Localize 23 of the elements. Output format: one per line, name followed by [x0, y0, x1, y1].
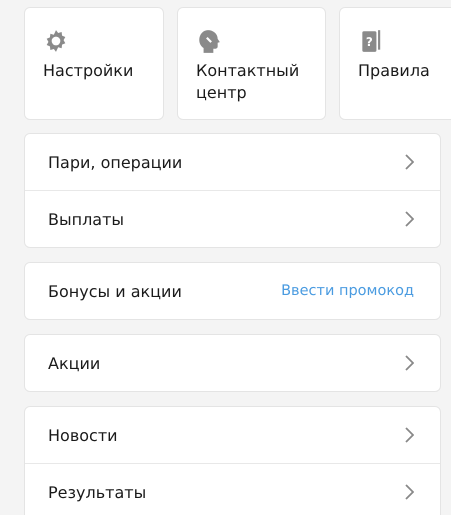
- menu-row[interactable]: Результаты: [25, 463, 440, 515]
- menu-row[interactable]: Бонусы и акции Ввести промокод: [25, 263, 440, 319]
- chevron-icon: [405, 355, 414, 371]
- tile-label: Настройки: [43, 60, 134, 82]
- menu-tile[interactable]: ? Правила: [339, 7, 451, 120]
- tile-label: Контактный центр: [196, 60, 300, 104]
- row-label: Результаты: [48, 482, 146, 502]
- row-label: Новости: [48, 426, 118, 444]
- menu-tile[interactable]: Контактный центр: [177, 7, 326, 120]
- chevron-icon: [405, 211, 414, 227]
- chevron-icon: [405, 427, 414, 443]
- row-label: Пари, операции: [48, 152, 182, 172]
- row-label: Акции: [48, 354, 100, 372]
- menu-row[interactable]: Новости: [25, 407, 440, 463]
- row-label: Бонусы и акции: [48, 282, 182, 300]
- menu-tile[interactable]: Настройки: [24, 7, 164, 120]
- menu-row[interactable]: Выплаты: [25, 190, 440, 247]
- menu-row[interactable]: Пари, операции: [25, 134, 440, 190]
- chevron-icon: [405, 484, 414, 500]
- row-label: Выплаты: [48, 210, 124, 228]
- menu-row[interactable]: Акции: [25, 335, 440, 391]
- tile-label: Правила: [358, 60, 430, 82]
- chevron-icon: [405, 154, 414, 170]
